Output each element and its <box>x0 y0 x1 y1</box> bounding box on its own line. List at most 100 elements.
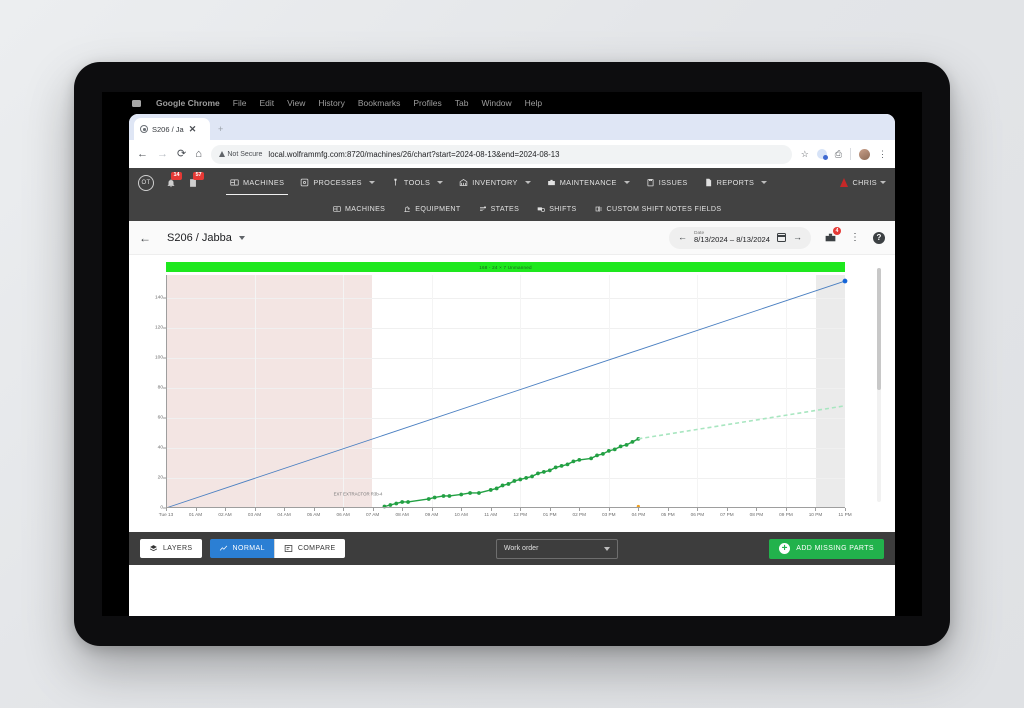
menu-item-window[interactable]: Window <box>481 98 511 108</box>
series-point[interactable] <box>601 451 605 456</box>
notifications-button[interactable]: 14 <box>166 171 183 188</box>
target-end-point[interactable] <box>842 278 848 284</box>
series-point[interactable] <box>624 442 629 447</box>
series-point[interactable] <box>518 477 523 482</box>
page-menu-icon[interactable]: ⋮ <box>850 232 860 243</box>
series-point[interactable] <box>459 492 464 497</box>
series-point[interactable] <box>441 494 446 498</box>
series-point[interactable] <box>559 464 564 468</box>
user-menu[interactable]: CHRIS <box>839 168 886 197</box>
series-point[interactable] <box>618 444 623 449</box>
chevron-down-icon[interactable] <box>761 181 768 184</box>
browser-tab[interactable]: S206 / Ja ✕ <box>134 118 210 140</box>
menu-item-history[interactable]: History <box>318 98 344 108</box>
series-point[interactable] <box>488 488 493 492</box>
menu-item-file[interactable]: File <box>233 98 247 108</box>
menu-app-name[interactable]: Google Chrome <box>156 98 220 108</box>
menu-item-profiles[interactable]: Profiles <box>413 98 441 108</box>
address-bar[interactable]: Not Secure local.wolframmfg.com:8720/mac… <box>210 144 792 164</box>
subnav-item-custom-shift-notes-fields[interactable]: CUSTOM SHIFT NOTES FIELDS <box>586 205 731 213</box>
page-title-chevron-icon[interactable] <box>238 235 245 240</box>
series-point[interactable] <box>394 501 399 506</box>
series-point[interactable] <box>536 471 540 476</box>
share-icon[interactable]: ⎙ <box>835 149 842 159</box>
menu-item-help[interactable]: Help <box>525 98 542 108</box>
date-next-icon[interactable]: → <box>793 233 802 242</box>
nav-item-processes[interactable]: PROCESSES <box>292 168 383 197</box>
subnav-item-machines[interactable]: MACHINES <box>324 205 394 213</box>
series-point[interactable] <box>589 456 594 461</box>
subnav-item-shifts[interactable]: SHIFTS <box>528 205 585 213</box>
series-point[interactable] <box>400 500 405 504</box>
page-back-button[interactable]: ← <box>139 231 151 245</box>
series-point[interactable] <box>565 462 570 467</box>
work-order-select[interactable]: Work order <box>495 538 618 559</box>
browser-reload-icon[interactable]: ⟳ <box>177 148 186 160</box>
chart-plot-area[interactable]: 0 20 40 60 80 100 120 140 Tue 13 01 AM 02 AM 03 AM… <box>155 275 852 517</box>
series-point[interactable] <box>406 500 410 504</box>
series-point[interactable] <box>530 474 534 479</box>
series-point[interactable] <box>541 470 546 474</box>
chevron-down-icon[interactable] <box>524 181 531 184</box>
subnav-item-equipment[interactable]: EQUIPMENT <box>394 205 469 213</box>
tasks-button[interactable]: 57 <box>188 171 205 188</box>
series-point[interactable] <box>595 453 599 458</box>
bookmark-star-icon[interactable]: ☆ <box>801 149 809 159</box>
nav-item-reports[interactable]: REPORTS <box>696 168 776 197</box>
compare-mode-button[interactable]: COMPARE <box>273 539 345 558</box>
chevron-down-icon[interactable] <box>368 181 375 184</box>
chevron-down-icon[interactable] <box>623 181 630 184</box>
series-point[interactable] <box>553 465 558 470</box>
new-tab-button[interactable]: + <box>218 124 223 134</box>
tab-close-icon[interactable]: ✕ <box>189 124 197 134</box>
browser-forward-icon[interactable]: → <box>157 148 168 160</box>
security-indicator[interactable]: Not Secure <box>218 151 262 158</box>
chevron-down-icon[interactable] <box>437 181 444 184</box>
series-point[interactable] <box>477 491 481 495</box>
series-point[interactable] <box>506 482 511 486</box>
layers-button[interactable]: LAYERS <box>140 539 202 558</box>
series-point[interactable] <box>606 448 611 453</box>
series-point[interactable] <box>426 497 431 501</box>
series-point[interactable] <box>468 491 472 495</box>
nav-item-inventory[interactable]: INVENTORY <box>451 168 538 197</box>
app-logo[interactable]: OT <box>138 174 154 191</box>
help-icon[interactable]: ? <box>873 231 885 244</box>
nav-item-machines[interactable]: MACHINES <box>222 168 292 197</box>
menu-item-bookmarks[interactable]: Bookmarks <box>358 98 401 108</box>
menu-item-view[interactable]: View <box>287 98 305 108</box>
series-point[interactable] <box>547 468 552 473</box>
date-prev-icon[interactable]: ← <box>678 233 687 242</box>
nav-item-tools[interactable]: TOOLS <box>383 168 451 197</box>
series-point[interactable] <box>571 459 576 464</box>
menu-item-tab[interactable]: Tab <box>455 98 469 108</box>
series-point[interactable] <box>500 483 505 488</box>
chevron-down-icon[interactable] <box>880 181 886 184</box>
calendar-icon[interactable] <box>776 233 787 242</box>
series-point[interactable] <box>577 457 582 462</box>
series-point[interactable] <box>432 495 437 500</box>
toolbox-button[interactable]: 4 <box>824 227 841 244</box>
nav-item-issues[interactable]: ISSUES <box>638 168 696 197</box>
menu-item-edit[interactable]: Edit <box>259 98 274 108</box>
nav-item-maintenance[interactable]: MAINTENANCE <box>539 168 638 197</box>
extension-icon[interactable] <box>816 149 828 160</box>
chart-scrollbar-thumb[interactable] <box>877 268 881 390</box>
profile-avatar[interactable] <box>859 148 870 160</box>
browser-menu-icon[interactable]: ⋮ <box>878 149 887 159</box>
series-point[interactable] <box>512 479 517 483</box>
series-point[interactable] <box>612 447 617 452</box>
series-point[interactable] <box>630 439 635 444</box>
date-range-picker[interactable]: ← Date 8/13/2024 – 8/13/2024 → <box>668 226 811 249</box>
apple-logo-icon <box>132 99 141 107</box>
series-point[interactable] <box>494 486 499 491</box>
normal-mode-button[interactable]: NORMAL <box>209 539 274 558</box>
add-missing-parts-button[interactable]: + ADD MISSING PARTS <box>769 538 884 559</box>
chart-scrollbar[interactable] <box>877 268 881 502</box>
maintenance-icon <box>547 178 556 187</box>
series-point[interactable] <box>447 494 452 498</box>
series-point[interactable] <box>524 476 529 480</box>
browser-home-icon[interactable]: ⌂ <box>195 148 202 160</box>
subnav-item-states[interactable]: STATES <box>470 205 529 213</box>
browser-back-icon[interactable]: ← <box>137 148 148 160</box>
